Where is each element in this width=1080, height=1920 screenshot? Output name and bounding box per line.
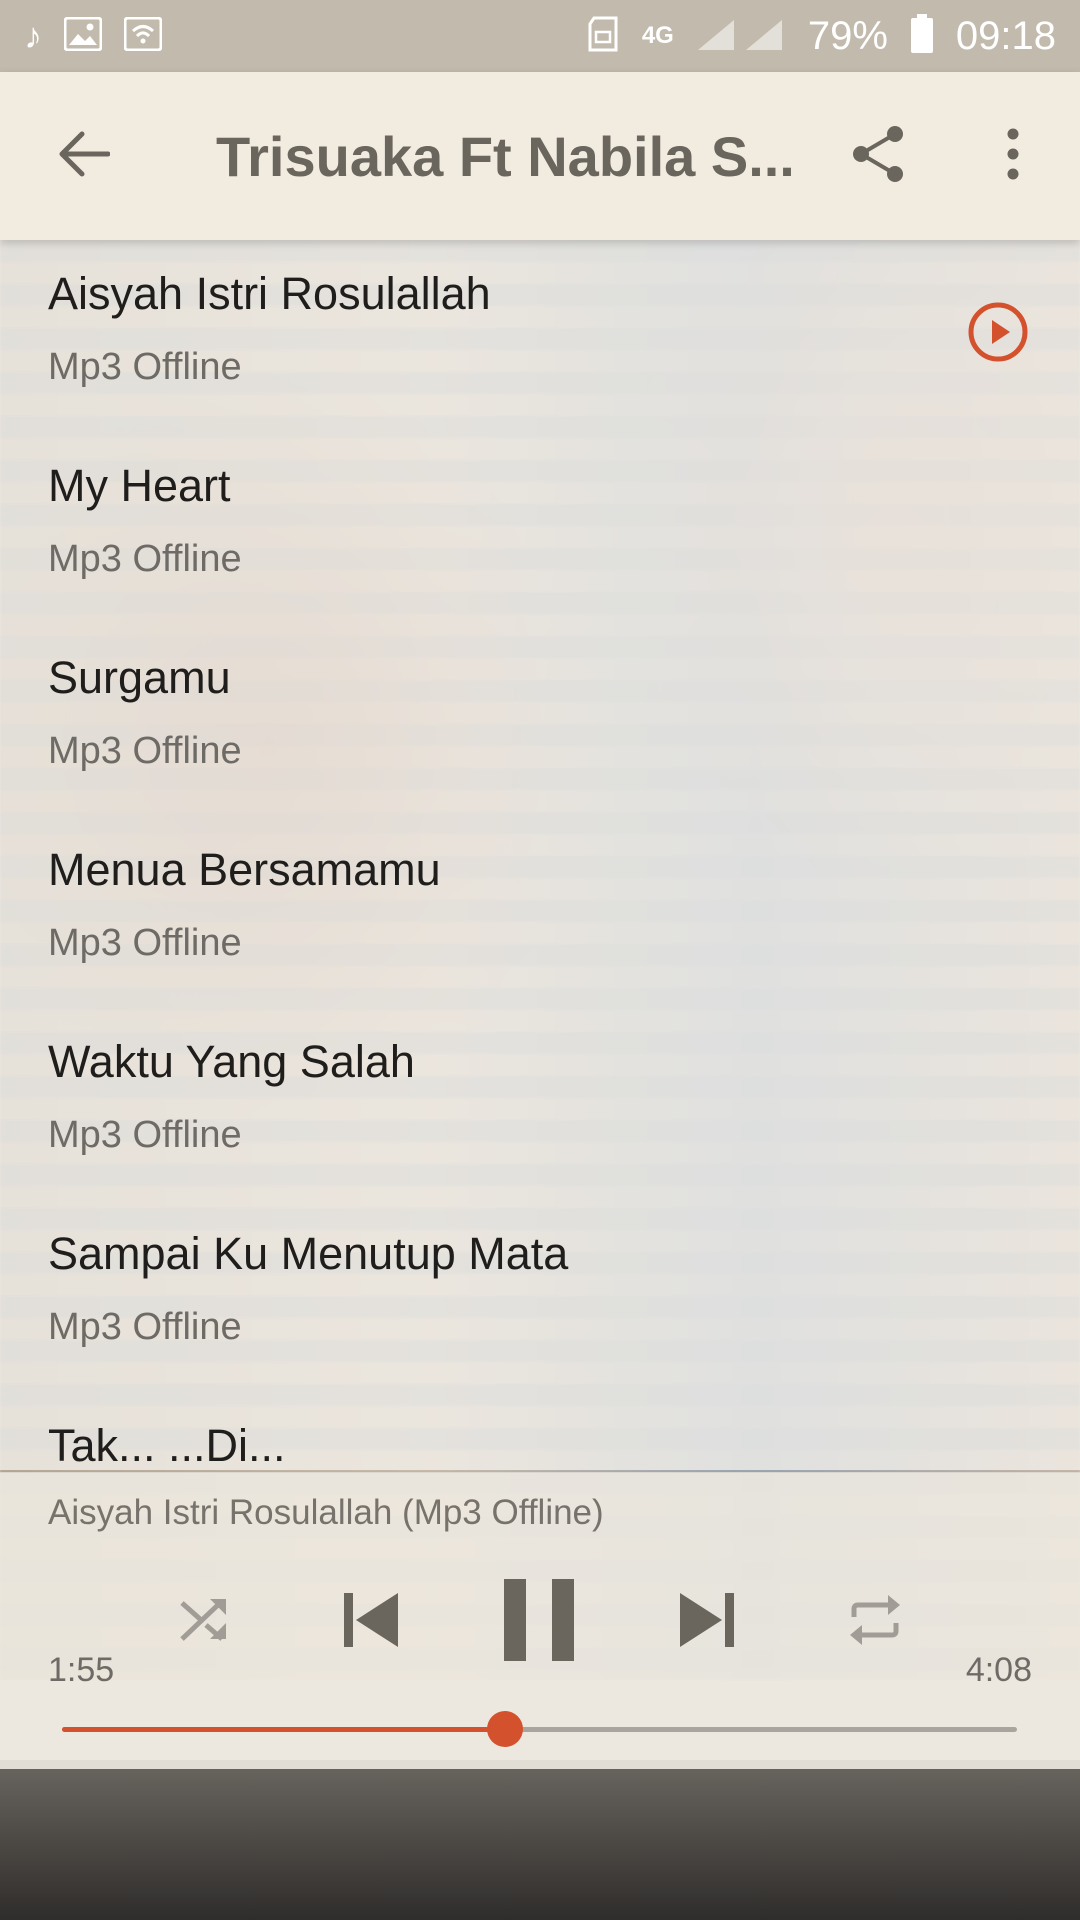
track-subtitle: Mp3 Offline: [48, 1306, 242, 1348]
more-vert-icon: [1005, 128, 1021, 185]
network-type: 4G: [641, 22, 674, 49]
back-button[interactable]: [0, 72, 168, 240]
music-note-icon: ♪: [24, 15, 42, 56]
page-title: Trisuaka Ft Nabila S...: [216, 124, 795, 188]
repeat-icon[interactable]: [846, 1591, 904, 1654]
play-circle-icon[interactable]: [968, 302, 1028, 362]
signal-icon: [696, 16, 786, 57]
track-title: Tak... ...Di...: [48, 1420, 286, 1470]
track-subtitle: Mp3 Offline: [48, 922, 242, 964]
track-title: Menua Bersamamu: [48, 844, 441, 895]
track-title: Aisyah Istri Rosulallah: [48, 268, 491, 319]
list-item[interactable]: Tak... ...Di...: [0, 1392, 1080, 1470]
status-bar: ♪ 4G 79% 09:18: [0, 0, 1080, 72]
background-bottom: [0, 1760, 1080, 1920]
track-list: Aisyah Istri Rosulallah Mp3 Offline My H…: [0, 240, 1080, 1470]
seek-bar-progress: [62, 1727, 506, 1732]
list-item[interactable]: Waktu Yang Salah Mp3 Offline: [0, 1008, 1080, 1200]
skip-previous-icon[interactable]: [342, 1591, 400, 1654]
player-panel: Aisyah Istri Rosulallah (Mp3 Offline) 1:…: [0, 1472, 1080, 1769]
list-item[interactable]: Aisyah Istri Rosulallah Mp3 Offline: [0, 240, 1080, 432]
track-title: Surgamu: [48, 652, 231, 703]
wifi-icon: [123, 16, 163, 56]
overflow-menu-button[interactable]: [946, 72, 1080, 240]
shuffle-icon[interactable]: [178, 1595, 230, 1648]
track-subtitle: Mp3 Offline: [48, 538, 242, 580]
list-item[interactable]: Menua Bersamamu Mp3 Offline: [0, 816, 1080, 1008]
arrow-back-icon: [58, 131, 111, 182]
elapsed-time: 1:55: [48, 1651, 115, 1689]
app-toolbar: Trisuaka Ft Nabila S...: [0, 72, 1080, 240]
track-title: Waktu Yang Salah: [48, 1036, 415, 1087]
track-subtitle: Mp3 Offline: [48, 1114, 242, 1156]
skip-next-icon[interactable]: [678, 1591, 736, 1654]
track-subtitle: Mp3 Offline: [48, 730, 242, 772]
list-item[interactable]: Surgamu Mp3 Offline: [0, 624, 1080, 816]
seek-bar-thumb[interactable]: [487, 1711, 524, 1747]
cast-icon: [586, 16, 620, 57]
battery-icon: [910, 13, 934, 59]
track-title: Sampai Ku Menutup Mata: [48, 1228, 569, 1279]
clock: 09:18: [955, 13, 1056, 58]
total-duration: 4:08: [965, 1651, 1032, 1689]
list-item[interactable]: Sampai Ku Menutup Mata Mp3 Offline: [0, 1200, 1080, 1392]
seek-bar[interactable]: [62, 1711, 1017, 1747]
track-subtitle: Mp3 Offline: [48, 346, 242, 388]
track-title: My Heart: [48, 460, 231, 511]
list-item[interactable]: My Heart Mp3 Offline: [0, 432, 1080, 624]
now-playing-label: Aisyah Istri Rosulallah (Mp3 Offline): [48, 1493, 604, 1532]
share-icon: [851, 124, 907, 189]
gallery-icon: [63, 16, 103, 56]
share-button[interactable]: [812, 72, 946, 240]
battery-percent: 79%: [807, 13, 888, 58]
pause-icon[interactable]: [502, 1577, 576, 1668]
